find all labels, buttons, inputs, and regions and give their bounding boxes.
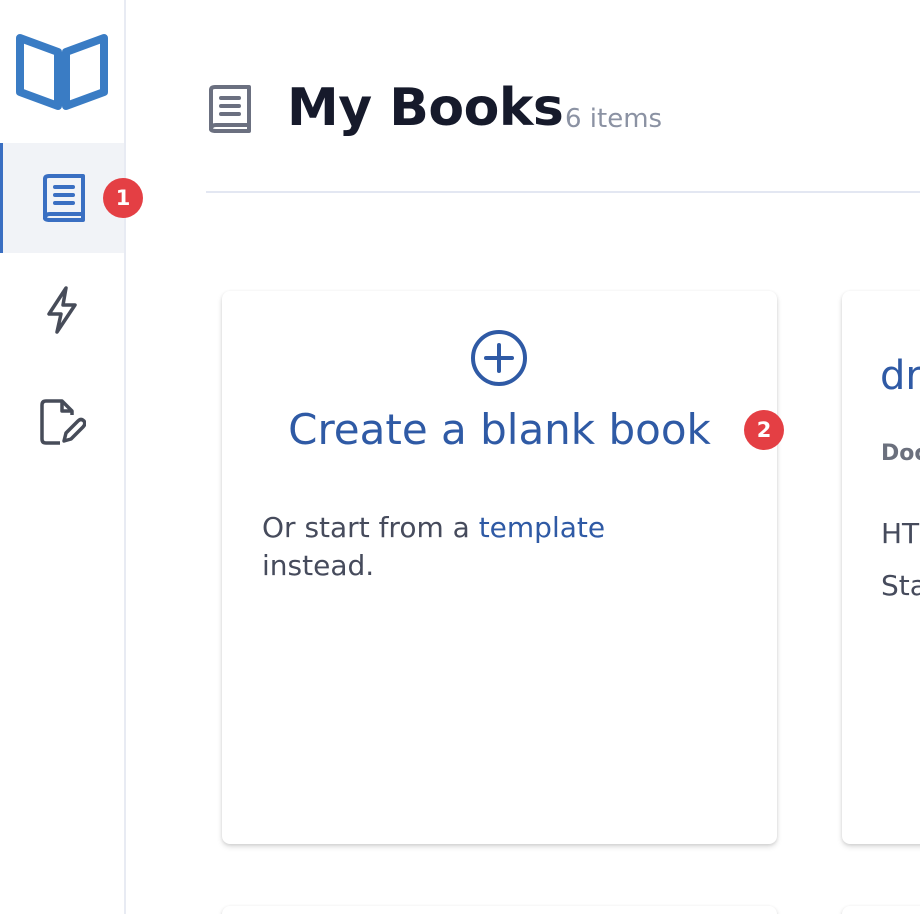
header-divider bbox=[206, 191, 920, 193]
template-hint-suffix: instead. bbox=[262, 549, 375, 582]
book-card-line: Sta bbox=[881, 569, 920, 602]
template-hint: Or start from a template instead. bbox=[262, 509, 682, 585]
book-icon bbox=[41, 173, 87, 223]
sidebar-item-drafts[interactable] bbox=[0, 367, 124, 477]
open-book-logo-icon[interactable] bbox=[14, 30, 110, 110]
book-card[interactable] bbox=[842, 906, 920, 914]
bolt-icon bbox=[45, 285, 79, 335]
notification-badge: 2 bbox=[744, 410, 784, 450]
template-link[interactable]: template bbox=[479, 511, 605, 544]
page-title: My Books bbox=[287, 78, 564, 138]
book-card-title[interactable]: dr bbox=[880, 353, 920, 399]
create-blank-book-link[interactable]: Create a blank book bbox=[222, 405, 777, 454]
book-icon bbox=[207, 84, 253, 138]
template-hint-prefix: Or start from a bbox=[262, 511, 479, 544]
book-card[interactable]: dr Doc HT Sta bbox=[842, 291, 920, 844]
book-card-meta: Doc bbox=[881, 441, 920, 466]
book-card-line: HT bbox=[881, 517, 920, 550]
sidebar bbox=[0, 0, 126, 914]
sidebar-item-activity[interactable] bbox=[0, 255, 124, 365]
file-edit-icon bbox=[38, 397, 86, 447]
book-card[interactable] bbox=[222, 906, 777, 914]
create-blank-book-card[interactable]: Create a blank book Or start from a temp… bbox=[222, 291, 777, 844]
notification-badge: 1 bbox=[103, 178, 143, 218]
app-window: 1 My Books 6 items Create a blank book O… bbox=[0, 0, 920, 914]
item-count: 6 items bbox=[565, 104, 663, 134]
plus-circle-icon[interactable] bbox=[470, 329, 528, 391]
